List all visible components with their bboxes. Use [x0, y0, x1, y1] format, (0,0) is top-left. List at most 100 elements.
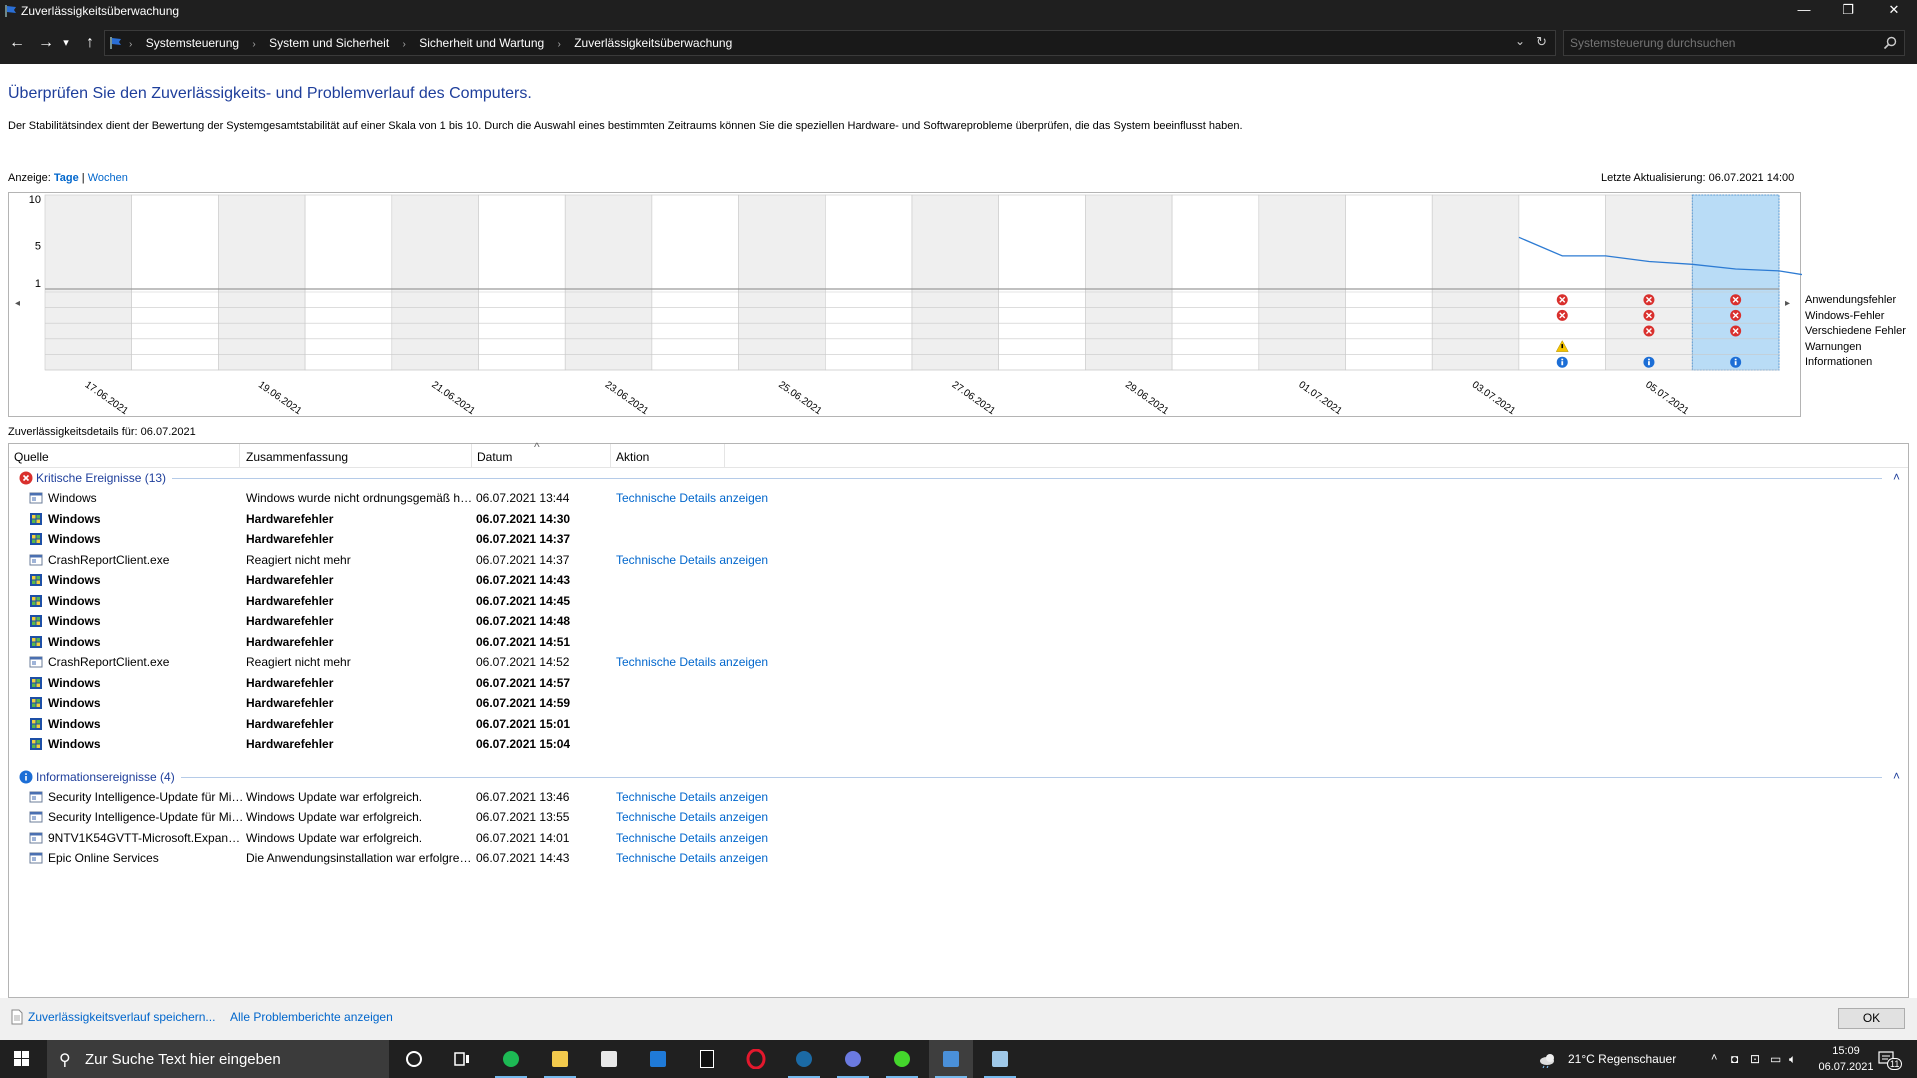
tray-chevron-icon[interactable]: ˄ [1711, 1052, 1717, 1064]
chart-day-column[interactable] [1085, 194, 1173, 371]
group-title[interactable]: Informationsereignisse (4) [36, 770, 175, 784]
chart-day-column[interactable] [1692, 194, 1780, 371]
chart-day-column[interactable] [738, 194, 826, 371]
chart-day-column[interactable] [911, 194, 999, 371]
list-item[interactable]: Windows Hardwarefehler 06.07.2021 14:48 [9, 611, 1209, 631]
list-item[interactable]: Windows Hardwarefehler 06.07.2021 14:57 [9, 673, 1209, 693]
technical-details-link[interactable]: Technische Details anzeigen [616, 553, 768, 567]
start-button[interactable] [0, 1040, 44, 1078]
group-title[interactable]: Kritische Ereignisse (13) [36, 471, 166, 485]
chart-day-column[interactable] [1431, 194, 1520, 371]
column-divider[interactable] [239, 444, 240, 468]
column-divider[interactable] [724, 444, 725, 468]
chart-day-column[interactable] [218, 194, 306, 371]
list-item[interactable]: Windows Hardwarefehler 06.07.2021 14:59 [9, 693, 1209, 713]
list-item[interactable]: Windows Hardwarefehler 06.07.2021 14:43 [9, 570, 1209, 590]
ok-button[interactable]: OK [1838, 1008, 1905, 1029]
breadcrumb[interactable]: › Systemsteuerung › System und Sicherhei… [104, 30, 1556, 56]
technical-details-link[interactable]: Technische Details anzeigen [616, 491, 768, 505]
taskbar-search-text[interactable]: Zur Suche Text hier eingeben [85, 1051, 281, 1068]
refresh-button[interactable]: ↻ [1536, 34, 1547, 50]
chart-scroll-right-button[interactable]: ▸ [1785, 298, 1790, 309]
chart-day-column[interactable] [44, 194, 132, 371]
tray-volume-icon[interactable]: 🔈︎ [1789, 1052, 1796, 1067]
list-item[interactable]: Epic Online Services Die Anwendungsinstal… [9, 848, 1209, 868]
column-aktion[interactable]: Aktion [616, 450, 649, 464]
tray-network-icon[interactable]: ▭ [1770, 1052, 1781, 1066]
list-item[interactable]: Windows Hardwarefehler 06.07.2021 15:04 [9, 734, 1209, 754]
list-item[interactable]: Windows Hardwarefehler 06.07.2021 14:51 [9, 632, 1209, 652]
list-item[interactable]: Windows Hardwarefehler 06.07.2021 14:30 [9, 509, 1209, 529]
technical-details-link[interactable]: Technische Details anzeigen [616, 655, 768, 669]
list-item[interactable]: Windows Windows wurde nicht ordnungsgemäß… [9, 488, 1209, 508]
taskbar-explorer-button[interactable] [538, 1040, 582, 1078]
clock[interactable]: 15:09 06.07.2021 [1816, 1043, 1876, 1075]
stability-chart[interactable]: 10 5 1 ◂ ▸ 17.06.2021 19.06.2021 21.06.2021 23.0… [8, 192, 1802, 418]
chart-day-column[interactable] [131, 194, 219, 371]
list-item[interactable]: 9NTV1K54GVTT-Microsoft.ExpansionPackWind… [9, 828, 1209, 848]
maximize-button[interactable]: ❐ [1825, 0, 1871, 22]
notification-center-button[interactable]: 11 [1876, 1048, 1903, 1070]
group-info-events[interactable]: Informationsereignisse (4) ˄ [9, 767, 1908, 787]
list-item[interactable]: Windows Hardwarefehler 06.07.2021 15:01 [9, 714, 1209, 734]
all-reports-link[interactable]: Alle Problemberichte anzeigen [230, 1010, 393, 1024]
technical-details-link[interactable]: Technische Details anzeigen [616, 831, 768, 845]
taskbar-opera-button[interactable] [734, 1040, 778, 1078]
breadcrumb-system-und-sicherheit[interactable]: System und Sicherheit [269, 36, 389, 50]
breadcrumb-systemsteuerung[interactable]: Systemsteuerung [146, 36, 239, 50]
search-icon[interactable] [1882, 35, 1898, 51]
taskbar-steam-button[interactable] [782, 1040, 826, 1078]
chart-scroll-left-button[interactable]: ◂ [15, 298, 20, 309]
breadcrumb-sicherheit-und-wartung[interactable]: Sicherheit und Wartung [419, 36, 544, 50]
list-item[interactable]: Windows Hardwarefehler 06.07.2021 14:37 [9, 529, 1209, 549]
tray-meet-icon[interactable]: ◘ [1731, 1052, 1738, 1066]
breadcrumb-separator[interactable]: › [403, 39, 406, 50]
list-item[interactable]: CrashReportClient.exe Reagiert nicht mehr… [9, 652, 1209, 672]
chart-day-column[interactable] [478, 194, 566, 371]
minimize-button[interactable]: — [1781, 0, 1827, 22]
technical-details-link[interactable]: Technische Details anzeigen [616, 790, 768, 804]
column-zusammenfassung[interactable]: Zusammenfassung [246, 450, 348, 464]
taskbar-mail-button[interactable] [636, 1040, 680, 1078]
chart-day-column[interactable] [304, 194, 393, 371]
breadcrumb-separator[interactable]: › [252, 39, 255, 50]
breadcrumb-separator[interactable]: › [558, 39, 561, 50]
column-quelle[interactable]: Quelle [14, 450, 49, 464]
chart-day-column[interactable] [391, 194, 479, 371]
breadcrumb-zuverlaessigkeit[interactable]: Zuverlässigkeitsüberwachung [574, 36, 732, 50]
taskbar-epic-games-button[interactable] [685, 1040, 729, 1078]
taskbar-search-box[interactable]: ⚲ Zur Suche Text hier eingeben [47, 1040, 389, 1078]
list-item[interactable]: CrashReportClient.exe Reagiert nicht mehr… [9, 550, 1209, 570]
search-input[interactable] [1570, 35, 1870, 51]
taskbar-razer-button[interactable] [880, 1040, 924, 1078]
forward-button[interactable]: → [36, 33, 56, 53]
save-history-link[interactable]: Zuverlässigkeitsverlauf speichern... [28, 1010, 215, 1024]
taskbar-notepad-button[interactable] [978, 1040, 1022, 1078]
collapse-caret-icon[interactable]: ˄ [1893, 470, 1900, 484]
taskbar-discord-button[interactable] [831, 1040, 875, 1078]
chart-day-column[interactable] [998, 194, 1086, 371]
search-box[interactable] [1563, 30, 1905, 56]
taskbar-task-view-button[interactable] [440, 1040, 484, 1078]
chart-day-column[interactable] [564, 194, 653, 371]
list-item[interactable]: Security Intelligence-Update für Microso… [9, 807, 1209, 827]
group-critical-events[interactable]: Kritische Ereignisse (13) ˄ [9, 468, 1908, 488]
weather-text[interactable]: 21°C Regenschauer [1568, 1052, 1676, 1066]
details-list[interactable]: Quelle Zusammenfassung Datum ^ Aktion Kr… [8, 440, 1909, 998]
technical-details-link[interactable]: Technische Details anzeigen [616, 851, 768, 865]
stability-chart-svg[interactable]: 10 5 1 ◂ ▸ 17.06.2021 19.06.2021 21.06.2021 23.0… [9, 193, 1802, 418]
taskbar-cortana-button[interactable] [392, 1040, 436, 1078]
taskbar-control-panel-button[interactable] [929, 1040, 973, 1078]
list-item[interactable]: Windows Hardwarefehler 06.07.2021 14:45 [9, 591, 1209, 611]
close-button[interactable]: ✕ [1871, 0, 1917, 22]
weather-cloud-icon[interactable] [1538, 1050, 1558, 1068]
column-divider[interactable] [610, 444, 611, 468]
chart-day-column[interactable] [824, 194, 913, 371]
view-days-link[interactable]: Tage [54, 172, 79, 184]
list-item[interactable]: Security Intelligence-Update für Microso… [9, 787, 1209, 807]
column-datum[interactable]: Datum [477, 450, 512, 464]
chart-day-column[interactable] [1605, 194, 1693, 371]
address-dropdown-button[interactable]: ⌄ [1515, 34, 1525, 48]
view-weeks-link[interactable]: Wochen [88, 172, 128, 184]
taskbar-spotify-button[interactable] [489, 1040, 533, 1078]
